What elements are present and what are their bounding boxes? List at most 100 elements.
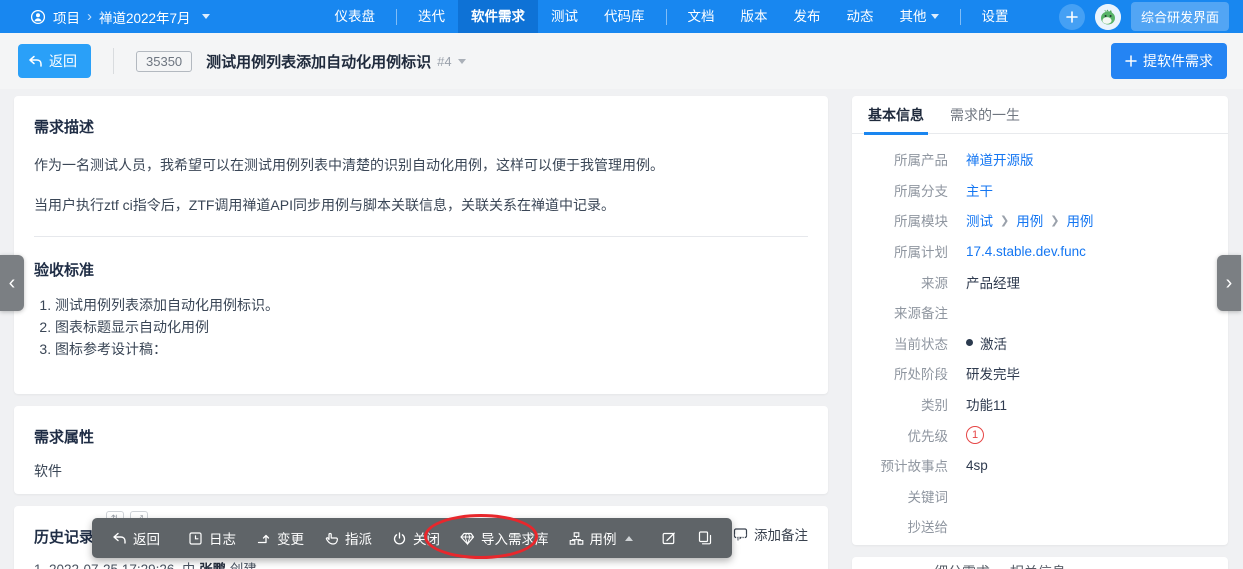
- plus-icon: [1065, 10, 1079, 24]
- product-link[interactable]: 禅道开源版: [966, 149, 1034, 169]
- field-value: 研发完毕: [966, 367, 1020, 383]
- nav-iteration[interactable]: 迭代: [405, 0, 458, 33]
- tab-basic-info[interactable]: 基本信息: [864, 96, 928, 135]
- next-story-button[interactable]: ›: [1217, 255, 1241, 311]
- toolbar-usecase-button[interactable]: 用例: [559, 528, 643, 548]
- history-entry-text: 创建。: [226, 562, 271, 569]
- field-label: 来源: [921, 275, 948, 291]
- toolbar-copy-button[interactable]: [687, 530, 723, 546]
- status-dot-icon: [966, 339, 973, 347]
- nav-other[interactable]: 其他: [887, 0, 952, 33]
- history-user-link[interactable]: 张鹏: [199, 562, 226, 569]
- field-label: 优先级: [907, 428, 949, 444]
- field-label: 所处阶段: [894, 367, 948, 383]
- module-link[interactable]: 用例: [1016, 210, 1043, 230]
- back-button[interactable]: 返回: [18, 44, 91, 78]
- field-value: 4sp: [966, 457, 988, 473]
- caret-up-icon: [624, 535, 633, 541]
- nav-build[interactable]: 版本: [728, 0, 781, 33]
- nav-divider: [665, 8, 667, 25]
- field-label: 所属模块: [894, 214, 948, 230]
- create-story-button[interactable]: 提软件需求: [1111, 43, 1227, 79]
- field-module: 所属模块 测试 ❯ 用例 ❯ 用例: [868, 205, 1212, 236]
- tab-subdivide[interactable]: 细分需求: [934, 564, 990, 569]
- toolbar-log-button[interactable]: 日志: [178, 528, 246, 548]
- acceptance-list: 测试用例列表添加自动化用例标识。 图表标题显示自动化用例 图标参考设计稿：: [34, 294, 808, 360]
- nav-release[interactable]: 发布: [781, 0, 834, 33]
- toolbar-delete-button[interactable]: [723, 531, 758, 546]
- story-action-toolbar: 返回 日志 变更 指派 关闭 导入需求库 用例: [92, 518, 746, 558]
- toolbar-change-label: 变更: [277, 532, 304, 547]
- back-arrow-icon: [28, 55, 43, 68]
- power-icon: [392, 531, 407, 546]
- toolbar-assign-button[interactable]: 指派: [314, 528, 382, 548]
- field-source-note: 来源备注: [868, 297, 1212, 328]
- attribute-heading: 需求属性: [34, 429, 95, 446]
- field-value: 功能11: [966, 398, 1008, 414]
- create-story-label: 提软件需求: [1143, 53, 1213, 69]
- nav-test[interactable]: 测试: [538, 0, 591, 33]
- acceptance-item: 图标参考设计稿：: [55, 338, 808, 360]
- tab-story-lifetime[interactable]: 需求的一生: [950, 96, 1020, 134]
- field-source: 来源 产品经理: [868, 266, 1212, 297]
- toolbar-close-button[interactable]: 关闭: [382, 528, 450, 548]
- story-id-badge: 35350: [136, 50, 193, 72]
- assign-hand-icon: [324, 531, 339, 546]
- field-label: 关键词: [907, 489, 949, 505]
- chevron-right-icon: ›: [1225, 271, 1233, 294]
- project-menu-label[interactable]: 项目: [53, 7, 80, 27]
- project-breadcrumb[interactable]: 项目 › 禅道2022年7月: [30, 7, 210, 27]
- basic-info-card: 基本信息 需求的一生 所属产品 禅道开源版 所属分支 主干 所属模块 测试 ❯ …: [852, 96, 1228, 545]
- section-divider: [34, 236, 808, 237]
- user-avatar[interactable]: [1094, 3, 1121, 30]
- field-value: 产品经理: [966, 275, 1020, 291]
- nav-dynamic[interactable]: 动态: [834, 0, 887, 33]
- main-nav: 仪表盘 迭代 软件需求 测试 代码库 文档 版本 发布 动态 其他 设置: [322, 0, 1022, 33]
- gem-icon: [460, 531, 475, 546]
- branch-link[interactable]: 主干: [966, 180, 993, 200]
- toolbar-edit-button[interactable]: [651, 530, 687, 546]
- story-seq: #4: [437, 53, 452, 69]
- description-heading: 需求描述: [34, 119, 95, 136]
- log-icon: [188, 531, 203, 546]
- status-value: 激活: [980, 336, 1007, 352]
- field-label: 当前状态: [894, 336, 948, 352]
- nav-doc[interactable]: 文档: [675, 0, 728, 33]
- description-paragraph: 作为一名测试人员，我希望可以在测试用例列表中清楚的识别自动化用例，这样可以便于我…: [34, 157, 664, 173]
- nav-repo[interactable]: 代码库: [591, 0, 658, 33]
- history-entry: 1. 2022-07-25 17:29:26, 由 张鹏 创建。: [34, 558, 808, 569]
- nav-divider: [396, 8, 398, 25]
- field-product: 所属产品 禅道开源版: [868, 144, 1212, 175]
- field-label: 所属计划: [894, 245, 948, 261]
- field-priority: 优先级 1: [868, 419, 1212, 450]
- nav-divider: [959, 8, 961, 25]
- nav-software-story[interactable]: 软件需求: [458, 0, 539, 33]
- edit-icon: [661, 530, 677, 546]
- nav-dashboard[interactable]: 仪表盘: [322, 0, 389, 33]
- caret-down-icon: [201, 14, 210, 19]
- quick-create-button[interactable]: [1058, 3, 1085, 30]
- project-name[interactable]: 禅道2022年7月: [99, 7, 191, 27]
- info-fields: 所属产品 禅道开源版 所属分支 主干 所属模块 测试 ❯ 用例 ❯ 用例 所属计…: [852, 134, 1228, 542]
- field-label: 抄送给: [907, 520, 949, 536]
- module-link[interactable]: 用例: [1066, 210, 1093, 230]
- nav-settings[interactable]: 设置: [969, 0, 1022, 33]
- toolbar-import-library-button[interactable]: 导入需求库: [450, 528, 559, 548]
- module-link[interactable]: 测试: [966, 210, 993, 230]
- plan-link[interactable]: 17.4.stable.dev.func: [966, 244, 1086, 259]
- toolbar-back-button[interactable]: 返回: [102, 528, 170, 548]
- field-plan: 所属计划 17.4.stable.dev.func: [868, 236, 1212, 267]
- page-title: 测试用例列表添加自动化用例标识: [206, 53, 432, 71]
- tab-related-info[interactable]: 相关信息: [1010, 564, 1066, 569]
- toolbar-change-button[interactable]: 变更: [246, 528, 314, 548]
- description-paragraph: 当用户执行ztf ci指令后，ZTF调用禅道API同步用例与脚本关联信息，关联关…: [34, 197, 615, 213]
- prev-story-button[interactable]: ‹: [0, 255, 24, 311]
- attribute-value: 软件: [34, 463, 62, 479]
- field-label: 预计故事点: [880, 459, 949, 475]
- acceptance-item: 图表标题显示自动化用例: [55, 316, 808, 338]
- toolbar-close-label: 关闭: [413, 532, 440, 547]
- caret-down-icon[interactable]: [457, 58, 466, 64]
- trash-icon: [733, 531, 748, 546]
- field-label: 类别: [921, 398, 948, 414]
- workspace-switch-button[interactable]: 综合研发界面: [1130, 2, 1229, 31]
